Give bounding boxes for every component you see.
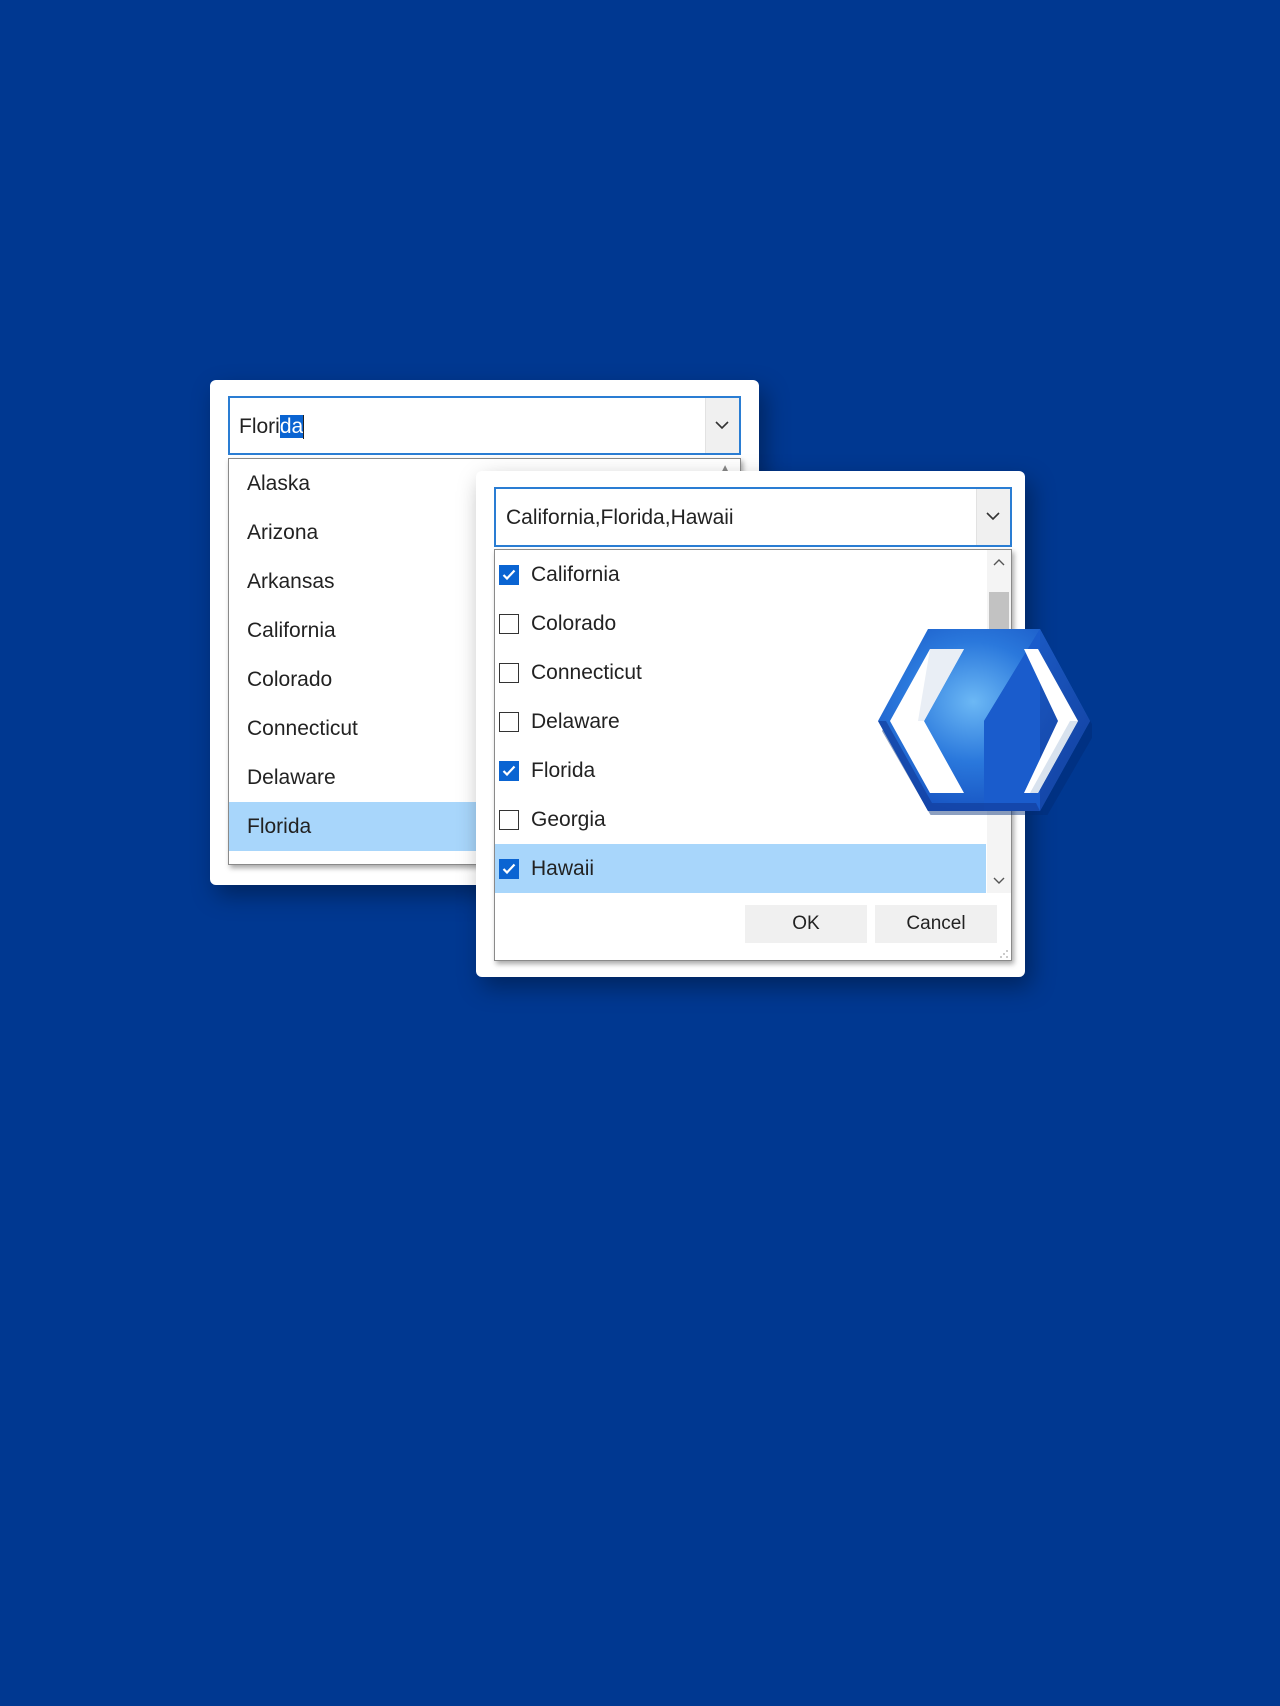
check-icon [502, 863, 516, 875]
list-item[interactable]: California [495, 550, 986, 599]
code-brackets-cube-logo [878, 629, 1092, 815]
typed-text: Flori [239, 415, 280, 438]
chevron-down-icon [715, 420, 729, 429]
chevron-down-icon [986, 512, 1000, 521]
text-caret [303, 415, 305, 439]
list-item-label: Delaware [531, 710, 620, 733]
cancel-button[interactable]: Cancel [875, 905, 997, 943]
checkbox[interactable] [499, 565, 519, 585]
dropdown-button[interactable] [976, 489, 1010, 545]
checkbox[interactable] [499, 614, 519, 634]
checked-combo-input[interactable]: California,Florida,Hawaii [494, 487, 1012, 547]
autocomplete-combo-input[interactable]: Florida [228, 396, 741, 455]
list-item-label: Hawaii [531, 857, 595, 880]
list-item-label: Georgia [531, 808, 606, 831]
checked-combo-value: California,Florida,Hawaii [506, 506, 734, 529]
dropdown-button[interactable] [705, 398, 739, 453]
dropdown-button-row: OK Cancel [495, 893, 1011, 960]
checkbox[interactable] [499, 712, 519, 732]
list-item-label: Colorado [531, 612, 617, 635]
ok-button[interactable]: OK [745, 905, 867, 943]
scroll-down-icon[interactable] [993, 877, 1005, 885]
combo-text: Florida [239, 415, 305, 439]
autocomplete-selection-text: da [279, 415, 304, 438]
list-item-label: Florida [531, 759, 596, 782]
checkbox[interactable] [499, 761, 519, 781]
scroll-up-icon[interactable] [993, 558, 1005, 566]
checkbox[interactable] [499, 810, 519, 830]
checkbox[interactable] [499, 859, 519, 879]
list-item-label: California [531, 563, 620, 586]
list-item[interactable]: Hawaii [495, 844, 986, 893]
check-icon [502, 765, 516, 777]
check-icon [502, 569, 516, 581]
resize-grip-icon[interactable] [997, 947, 1009, 959]
checkbox[interactable] [499, 663, 519, 683]
list-item-label: Connecticut [531, 661, 642, 684]
